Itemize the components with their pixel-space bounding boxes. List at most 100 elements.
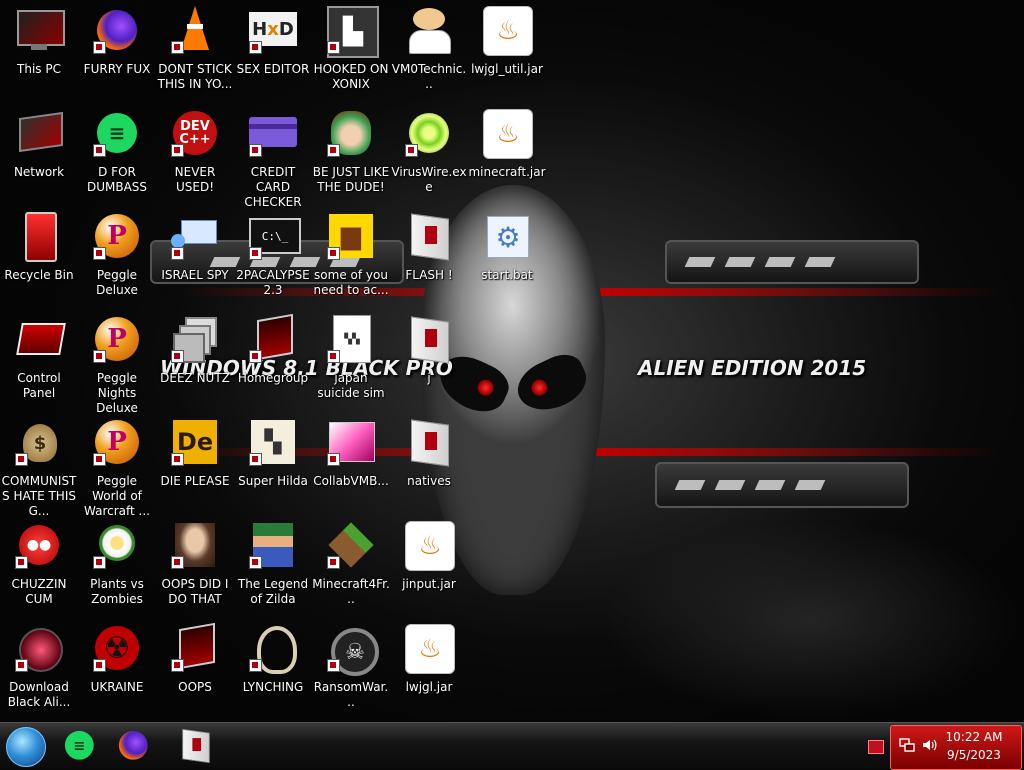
desktop-icon-label: Control Panel xyxy=(17,371,61,400)
desktop-icon-network[interactable]: Network xyxy=(0,109,78,180)
desktop-icon-legend-zilda[interactable]: The Legend of Zilda xyxy=(234,521,312,607)
action-center-flag-icon[interactable] xyxy=(868,740,884,754)
shortcut-arrow-icon xyxy=(249,453,262,466)
alien-orb-icon xyxy=(15,624,63,672)
desktop-icon-label: CREDIT CARD CHECKER xyxy=(244,165,302,209)
desktop-icon-peggle-deluxe[interactable]: P Peggle Deluxe xyxy=(78,212,156,298)
desktop-icon-super-hilda[interactable]: ▚ Super Hilda xyxy=(234,418,312,489)
desktop-icon-dont-stick[interactable]: DONT STICK THIS IN YO... xyxy=(156,6,234,92)
shortcut-arrow-icon xyxy=(327,247,340,260)
shortcut-arrow-icon xyxy=(171,556,184,569)
desktop-icon-viruswire[interactable]: VirusWire.exe xyxy=(390,109,468,195)
taskbar-clock[interactable]: 10:22 AM 9/5/2023 xyxy=(931,728,1017,764)
desktop-icon-label: lwjgl_util.jar xyxy=(471,62,543,76)
control-panel-icon xyxy=(15,315,66,363)
terminal-icon: C:\_ xyxy=(249,212,301,260)
firefox-icon xyxy=(93,6,141,54)
desktop-icon-control-panel[interactable]: Control Panel xyxy=(0,315,78,401)
desktop-icon-label: Plants vs Zombies xyxy=(90,577,144,606)
money-bag-icon: $ xyxy=(15,418,63,466)
desktop-icon-some-of-you[interactable]: ▆ some of you need to ac... xyxy=(312,212,390,298)
java-icon: ♨ xyxy=(483,109,533,159)
wallpaper-plate xyxy=(665,240,919,284)
desktop-icon-natives[interactable]: natives xyxy=(390,418,468,489)
gear-icon: ⚙ xyxy=(483,212,531,260)
start-button[interactable] xyxy=(6,727,46,767)
desktop-icon-lynching[interactable]: LYNCHING xyxy=(234,624,312,695)
shortcut-arrow-icon xyxy=(93,453,106,466)
desktop-icon-die-please[interactable]: De DIE PLEASE xyxy=(156,418,234,489)
desktop-icon-minecraft-jar[interactable]: ♨ minecraft.jar xyxy=(468,109,546,180)
desktop-icon-d-for[interactable]: ≡ D FOR DUMBASS xyxy=(78,109,156,195)
desktop-icon-label: VirusWire.exe xyxy=(391,165,467,194)
desktop-icon-label: Super Hilda xyxy=(238,474,308,488)
shortcut-arrow-icon xyxy=(93,41,106,54)
shortcut-arrow-icon xyxy=(171,41,184,54)
portrait-icon xyxy=(171,521,219,569)
desktop-icon-vm0technic[interactable]: VM0Technic... xyxy=(390,6,468,92)
shortcut-arrow-icon xyxy=(327,659,340,672)
desktop-icon-label: Homegroup xyxy=(237,371,309,385)
network-status-icon[interactable] xyxy=(899,737,915,753)
folder-icon xyxy=(405,212,453,261)
desktop-icon-label: DIE PLEASE xyxy=(160,474,230,488)
java-icon: ♨ xyxy=(405,521,455,571)
desktop-icon-start-bat[interactable]: ⚙ start.bat xyxy=(468,212,546,283)
pixel-dog-icon: ▚ xyxy=(249,418,297,466)
desktop-icon-ukraine[interactable]: ☢ UKRAINE xyxy=(78,624,156,695)
desktop-icon-homegroup[interactable]: Homegroup xyxy=(234,313,312,386)
desktop-icon-deez-nutz[interactable]: DEEZ NUTZ xyxy=(156,315,234,386)
desktop-icon-label: VM0Technic... xyxy=(391,62,467,91)
elf-icon xyxy=(327,109,375,157)
desktop-icon-chuzzin[interactable]: ●● CHUZZIN CUM xyxy=(0,521,78,607)
desktop-icon-label: DEEZ NUTZ xyxy=(160,371,230,385)
desktop-icon-communists[interactable]: $ COMMUNISTS HATE THIS G... xyxy=(0,418,78,519)
shortcut-arrow-icon xyxy=(327,41,340,54)
flower-icon xyxy=(93,521,141,569)
desktop-icon-lwjgl-jar[interactable]: ♨ lwjgl.jar xyxy=(390,624,468,695)
folder-icon xyxy=(178,728,213,764)
shortcut-arrow-icon xyxy=(15,556,28,569)
red-creature-icon: ●● xyxy=(15,521,63,569)
java-icon: ♨ xyxy=(483,6,533,56)
desktop-icon-recycle-bin[interactable]: Recycle Bin xyxy=(0,212,78,283)
desktop-icon-ransomwar[interactable]: ☠ RansomWar... xyxy=(312,624,390,710)
desktop-icon-oops-did-i[interactable]: OOPS DID I DO THAT xyxy=(156,521,234,607)
desktop-icon-lwjgl-util-jar[interactable]: ♨ lwjgl_util.jar xyxy=(468,6,546,77)
peggle-icon: P xyxy=(93,418,141,466)
desktop-icon-this-pc[interactable]: This PC xyxy=(0,6,78,77)
document-icon: ▚▚ xyxy=(327,315,375,363)
red-monitor-icon xyxy=(249,313,297,363)
desktop-icon-jinput-jar[interactable]: ♨ jinput.jar xyxy=(390,521,468,592)
desktop-icon-peggle-world[interactable]: P Peggle World of Warcraft ... xyxy=(78,418,156,519)
desktop-icon-j-folder[interactable]: j xyxy=(390,315,468,386)
doctor-icon xyxy=(405,6,453,54)
desktop-icon-download-alien[interactable]: Download Black Ali... xyxy=(0,624,78,710)
desktop-icon-plants-vs-zombies[interactable]: Plants vs Zombies xyxy=(78,521,156,607)
wallpaper-title-right: ALIEN EDITION 2015 xyxy=(638,356,867,380)
taskbar-app-firefox[interactable] xyxy=(116,728,152,764)
desktop-icon-japan-suicide[interactable]: ▚▚ japan suicide sim xyxy=(312,315,390,401)
desktop-icon-label: SEX EDITOR xyxy=(236,62,310,76)
desktop-icon-be-just-like[interactable]: BE JUST LIKE THE DUDE! xyxy=(312,109,390,195)
desktop-icon-oops[interactable]: OOPS xyxy=(156,622,234,695)
desktop-icon-peggle-nights[interactable]: P Peggle Nights Deluxe xyxy=(78,315,156,416)
desktop-icon-never-used[interactable]: DEV C++ NEVER USED! xyxy=(156,109,234,195)
desktop-icon-israel-spy[interactable]: ISRAEL SPY xyxy=(156,212,234,283)
desktop-icon-sex-editor[interactable]: Hx D SEX EDITOR xyxy=(234,6,312,77)
desktop-icon-credit-card[interactable]: CREDIT CARD CHECKER xyxy=(234,109,312,210)
credit-card-icon xyxy=(249,109,297,157)
desktop-icon-label: Minecraft4Fr... xyxy=(312,577,390,606)
desktop-icon-furry-fux[interactable]: FURRY FUX xyxy=(78,6,156,77)
desktop-icon-hooked-xonix[interactable]: ▙ HOOKED ON XONIX xyxy=(312,6,390,92)
desktop-icon-minecraft4fr[interactable]: Minecraft4Fr... xyxy=(312,521,390,607)
desktop-icon-label: This PC xyxy=(17,62,61,76)
taskbar-app-folder[interactable] xyxy=(178,728,214,764)
desktop-icon-collabvm[interactable]: CollabVMB... xyxy=(312,418,390,489)
taskbar-app-green-chat[interactable]: ≡ xyxy=(62,728,98,764)
desktop-icon-flash[interactable]: FLASH ! xyxy=(390,212,468,283)
shortcut-arrow-icon xyxy=(327,556,340,569)
desktop-icon-2pacalypse[interactable]: C:\_ 2PACALYPSE 2.3 xyxy=(234,212,312,298)
shortcut-arrow-icon xyxy=(93,659,106,672)
desktop-icon-label: HOOKED ON XONIX xyxy=(313,62,389,91)
